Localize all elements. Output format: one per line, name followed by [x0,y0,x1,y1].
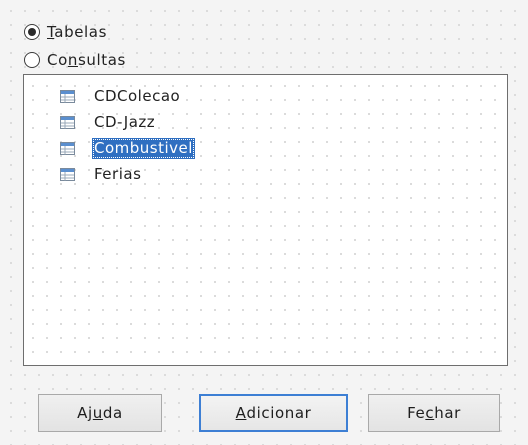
radio-tabelas[interactable]: Tabelas [24,20,107,44]
radio-dot [28,28,36,36]
radio-consultas-label: Consultas [47,51,126,69]
radio-button-checked[interactable] [24,24,40,40]
table-icon [60,167,75,181]
list-item-cd-jazz[interactable]: CD-Jazz [60,111,157,133]
list-item-label: CD-Jazz [94,112,156,131]
add-button[interactable]: Adicionar [199,394,348,432]
list-item-label: Ferias [94,164,142,183]
close-button[interactable]: Fe c har [368,394,500,432]
radio-consultas[interactable]: Consultas [24,48,126,72]
help-button[interactable]: Aj u da [38,394,162,432]
radio-button-unchecked[interactable] [24,52,40,68]
list-item-ferias[interactable]: Ferias [60,163,143,185]
table-icon [60,89,75,103]
list-item-label: Combustivel [92,137,195,159]
tables-listbox[interactable]: CDColecao CD-Jazz Combustivel Ferias [23,74,508,366]
list-item-combustivel[interactable]: Combustivel [60,137,195,159]
list-item-label: CDColecao [94,86,181,105]
radio-tabelas-label: Tabelas [47,23,107,41]
table-icon [60,115,75,129]
add-table-dialog: Tabelas Consultas CDColecao CD-Jazz Comb… [0,0,528,445]
table-icon [60,141,75,155]
list-item-cdcolecao[interactable]: CDColecao [60,85,182,107]
